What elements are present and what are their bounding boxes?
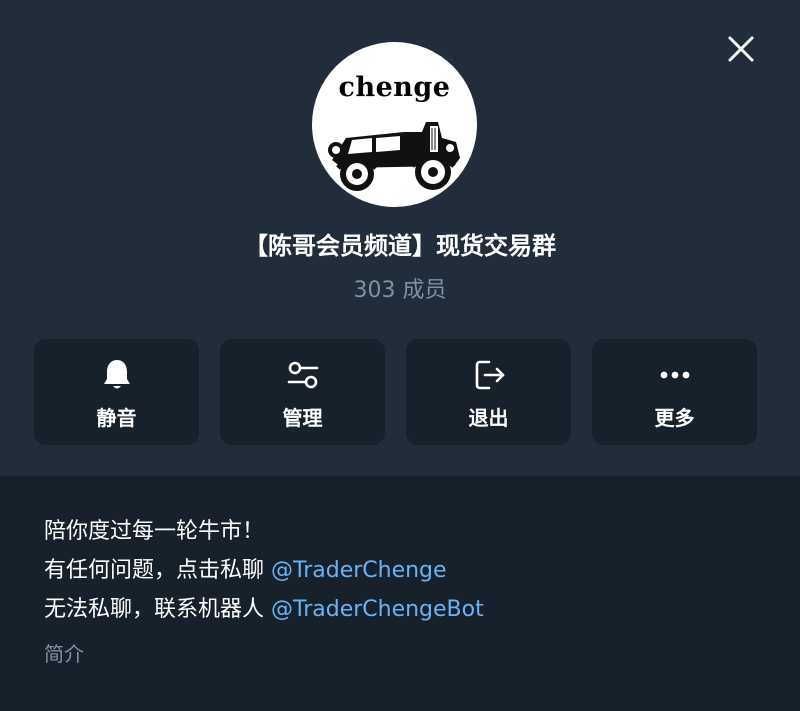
more-icon [660,371,689,379]
trader-chenge-bot-link[interactable]: @TraderChengeBot [271,597,484,622]
mute-button-label: 静音 [96,406,137,430]
trader-chenge-link[interactable]: @TraderChenge [271,558,447,583]
channel-avatar[interactable]: chenge [312,42,477,207]
description-line-1: 陪你度过每一轮牛市！ [44,519,265,544]
description-line-2: 有任何问题，点击私聊 @TraderChenge [44,551,764,590]
description-line-2-text: 有任何问题，点击私聊 [44,558,271,583]
member-count: 303 成员 [0,272,800,304]
description-line-3: 无法私聊，联系机器人 @TraderChengeBot [44,590,764,629]
sliders-icon [287,361,318,389]
channel-title: 【陈哥会员频道】现货交易群 [244,232,556,260]
member-count-label: 成员 [402,278,447,303]
more-button-label: 更多 [654,406,695,430]
close-button[interactable] [722,30,760,68]
logout-icon [475,360,504,390]
leave-button-label: 退出 [468,406,509,430]
member-count-number: 303 [353,278,396,303]
description-line-3-text: 无法私聊，联系机器人 [44,597,271,622]
leave-button[interactable]: 退出 [406,339,571,445]
manage-button[interactable]: 管理 [220,339,385,445]
close-icon [728,36,754,62]
more-button[interactable]: 更多 [592,339,757,445]
channel-description: 陪你度过每一轮牛市！ 有任何问题，点击私聊 @TraderChenge 无法私聊… [44,512,764,629]
description-label: 简介 [44,642,84,666]
channel-header-panel: chenge 【陈哥会员频道】现货交易群 303 成员 静音 管理 退出 更多 [0,0,800,476]
mute-button[interactable]: 静音 [34,339,199,445]
avatar-logo-text: chenge [338,72,451,103]
vintage-car-icon [328,122,460,191]
action-buttons-row: 静音 管理 退出 更多 [34,339,758,445]
manage-button-label: 管理 [282,406,323,430]
bell-icon [103,360,130,389]
channel-info-dialog: chenge 【陈哥会员频道】现货交易群 303 成员 静音 管理 退出 更多 … [0,0,800,711]
